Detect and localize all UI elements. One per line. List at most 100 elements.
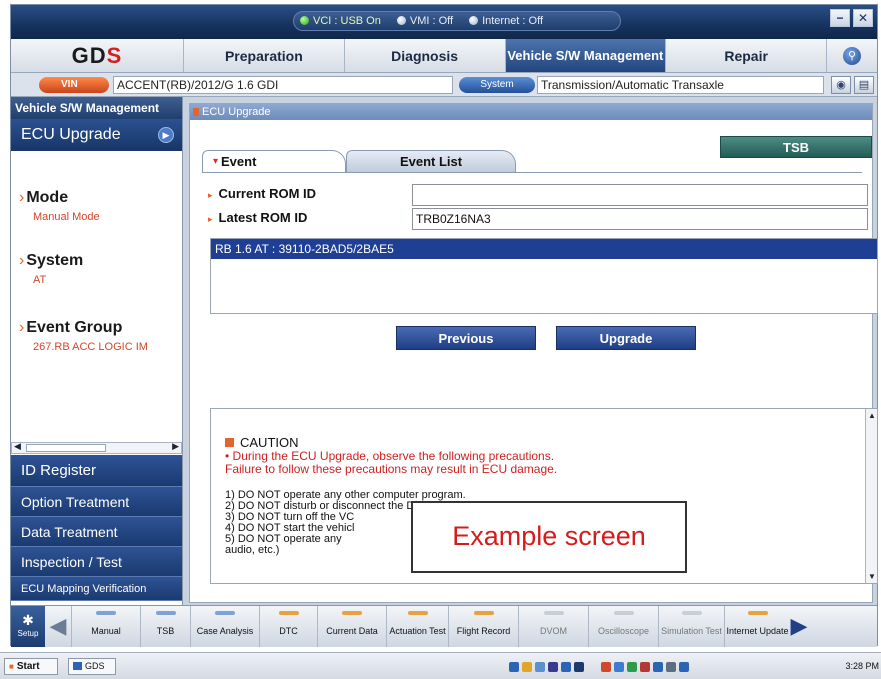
sidebar-item-data-treatment[interactable]: Data Treatment [11,517,182,547]
tray-update-icon[interactable] [627,661,637,672]
current-data-indicator [342,611,362,615]
oscilloscope-indicator [613,611,634,615]
tray-power-icon[interactable] [666,661,676,672]
internet-status-text: Internet : Off [482,15,544,27]
flight-record-button[interactable]: Flight Record [448,606,518,647]
simulation-test-label: Simulation Test [661,625,722,636]
tab-repair[interactable]: Repair [666,39,827,72]
sidebar-item-label: ECU Upgrade [21,126,121,143]
vci-status-icon [300,16,309,25]
scroll-right-icon[interactable]: ▶ [172,441,179,452]
tray-sound-icon[interactable] [522,661,532,672]
manual-button[interactable]: Manual [71,606,140,647]
tray-bluetooth-icon[interactable] [614,661,624,672]
caution-warning-line2: Failure to follow these precautions may … [225,462,558,476]
event-list: RB 1.6 AT : 39110-2BAD5/2BAE5 [210,238,878,314]
scroll-thumb[interactable] [26,444,106,452]
simulation-test-indicator [681,611,702,615]
oscilloscope-button[interactable]: Oscilloscope [588,606,658,647]
list-item[interactable]: RB 1.6 AT : 39110-2BAD5/2BAE5 [211,239,877,259]
vin-button[interactable]: VIN [39,77,109,93]
sidebar: Vehicle S/W Management ECU Upgrade ▶ Mod… [11,97,183,605]
vci-status-text: VCI : USB On [313,15,381,27]
tab-event-list[interactable]: Event List [346,150,516,172]
title-bar: VCI : USB On VMI : Off Internet : Off − … [11,5,877,39]
previous-button[interactable]: Previous [396,326,536,350]
dvom-button[interactable]: DVOM [518,606,588,647]
internet-status-icon [469,16,479,25]
system-button[interactable]: System [459,77,535,93]
tray-input-icon[interactable] [653,661,663,672]
tsb-tool-button[interactable]: TSB [140,606,190,647]
manual-indicator [96,611,116,615]
case-analysis-indicator [215,611,235,615]
caution-title: CAUTION [225,435,855,450]
panel-title: ECU Upgrade [190,104,872,120]
tab-diagnosis[interactable]: Diagnosis [345,39,506,72]
tray-alert-icon[interactable] [640,661,650,672]
close-button[interactable]: ✕ [853,9,873,27]
taskbar-app-gds[interactable]: GDS [68,658,116,675]
system-field[interactable]: Transmission/Automatic Transaxle [537,76,824,94]
tray-network-icon[interactable] [509,661,519,672]
internet-update-button[interactable]: Internet Update [724,606,790,647]
tab-preparation[interactable]: Preparation [184,39,345,72]
scroll-left-icon[interactable]: ◀ [14,441,21,452]
actuation-test-button[interactable]: Actuation Test [386,606,448,647]
internet-update-label: Internet Update [726,625,789,636]
vehicle-list-icon[interactable]: ▤ [854,76,874,94]
vmi-status-icon [396,16,406,25]
sidebar-header: Vehicle S/W Management [11,97,182,119]
sidebar-item-inspection-test[interactable]: Inspection / Test [11,547,182,577]
system-section: System AT [11,252,83,286]
dvom-indicator [543,611,564,615]
tray-keyboard-icon[interactable] [574,661,584,672]
scroll-down-icon[interactable]: ▼ [868,572,876,581]
event-group-section: Event Group 267.RB ACC LOGIC IM [11,319,181,353]
bottom-toolbar: ✱ Setup ◀ Manual TSB Case Analysis DTC Cu… [11,605,877,647]
current-rom-label: Current ROM ID [208,186,317,201]
simulation-test-button[interactable]: Simulation Test [658,606,724,647]
tray-folder-icon[interactable] [535,661,545,672]
vci-status: VCI : USB On [300,15,381,27]
case-analysis-button[interactable]: Case Analysis [190,606,259,647]
ecu-upgrade-panel: ECU Upgrade TSB Event Event List Current… [189,103,878,603]
flight-record-indicator [473,611,494,615]
sidebar-item-ecu-mapping-verification[interactable]: ECU Mapping Verification [11,577,182,601]
toolbar-left-arrow-icon[interactable]: ◀ [45,606,71,647]
minimize-button[interactable]: − [830,9,850,27]
sidebar-item-option-treatment[interactable]: Option Treatment [11,487,182,517]
search-button[interactable]: ⚲ [827,39,877,72]
current-data-label: Current Data [326,625,378,636]
scroll-up-icon[interactable]: ▲ [868,411,876,420]
internet-update-indicator [747,611,768,615]
tray-language-icon[interactable] [679,661,689,672]
vehicle-field[interactable]: ACCENT(RB)/2012/G 1.6 GDI [113,76,453,94]
current-rom-row: Current ROM ID [204,184,874,206]
windows-taskbar: Start GDS 3:28 PM [0,652,881,679]
window-controls: − ✕ [830,9,873,27]
internet-status: Internet : Off [469,15,543,27]
system-tray [509,657,689,676]
setup-button[interactable]: ✱ Setup [11,606,45,647]
setup-label: Setup [17,629,39,638]
tab-event[interactable]: Event [202,150,346,173]
toolbar-right-arrow-icon[interactable]: ▶ [790,606,808,647]
capture-icon[interactable]: ◉ [831,76,851,94]
current-data-button[interactable]: Current Data [317,606,386,647]
flight-record-label: Flight Record [456,625,511,636]
tray-app-icon[interactable] [548,661,558,672]
tsb-button[interactable]: TSB [720,136,872,158]
caution-scrollbar[interactable]: ▲ ▼ [865,409,877,583]
dtc-button[interactable]: DTC [259,606,317,647]
sidebar-horizontal-scrollbar[interactable]: ◀ ▶ [11,441,182,454]
tray-display-icon[interactable] [561,661,571,672]
sidebar-item-ecu-upgrade[interactable]: ECU Upgrade ▶ [11,119,182,151]
tab-vehicle-sw-management[interactable]: Vehicle S/W Management [505,39,667,72]
gds-window: VCI : USB On VMI : Off Internet : Off − … [10,4,878,647]
sidebar-item-id-register[interactable]: ID Register [11,455,182,487]
start-button[interactable]: Start [4,658,58,675]
upgrade-button[interactable]: Upgrade [556,326,696,350]
tsb-label: TSB [156,625,175,636]
tray-security-icon[interactable] [601,661,611,672]
